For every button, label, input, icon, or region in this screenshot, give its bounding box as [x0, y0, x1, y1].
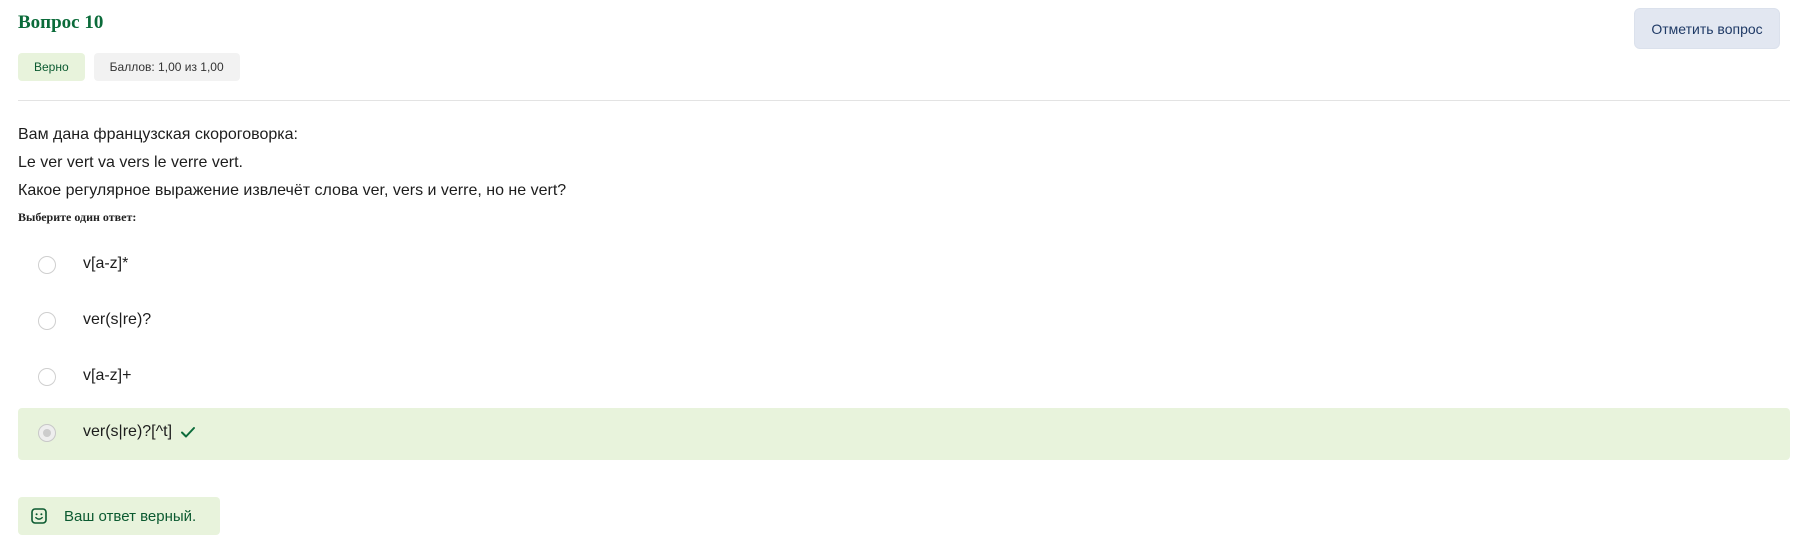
answer-option-2[interactable]: ver(s|re)?: [18, 296, 1790, 348]
answer-label: v[a-z]*: [83, 255, 128, 273]
answer-prompt: Выберите один ответ:: [18, 210, 137, 224]
question-text-line: Какое регулярное выражение извлечёт слов…: [18, 182, 567, 199]
state-badge: Верно: [18, 53, 85, 81]
answer-label: ver(s|re)?[^t]: [83, 423, 196, 441]
radio-button[interactable]: [38, 256, 56, 274]
answer-option-1[interactable]: v[a-z]*: [18, 240, 1790, 292]
question-text-line: Le ver vert va vers le verre vert.: [18, 154, 243, 171]
flag-question-label: Отметить вопрос: [1651, 20, 1763, 37]
question-card: Вопрос 10 Отметить вопрос Верно Баллов: …: [18, 0, 1790, 554]
flag-question-button[interactable]: Отметить вопрос: [1634, 8, 1780, 49]
question-title: Вопрос 10: [18, 12, 104, 33]
grade-badge: Баллов: 1,00 из 1,00: [93, 53, 240, 81]
feedback-banner: Ваш ответ верный.: [18, 497, 221, 535]
question-text: Вам дана французская скороговорка: Le ve…: [18, 121, 566, 205]
check-icon: [181, 427, 196, 438]
answer-label: ver(s|re)?: [83, 311, 151, 329]
answer-text: v[a-z]+: [83, 367, 132, 384]
question-text-line: Вам дана французская скороговорка:: [18, 126, 298, 143]
answer-text: v[a-z]*: [83, 255, 129, 272]
answer-label: v[a-z]+: [83, 367, 131, 385]
answer-text: ver(s|re)?[^t]: [83, 423, 173, 440]
feedback-text: Ваш ответ верный.: [64, 507, 197, 525]
answer-list: v[a-z]* ver(s|re)? v[a-z]+ ver(s|re)?[^t…: [18, 240, 1790, 464]
radio-button[interactable]: [38, 424, 56, 442]
answer-text: ver(s|re)?: [83, 311, 152, 328]
radio-button[interactable]: [38, 312, 56, 330]
smile-icon: [31, 508, 47, 524]
divider: [18, 100, 1790, 101]
answer-option-4[interactable]: ver(s|re)?[^t]: [18, 408, 1790, 460]
question-badges: Верно Баллов: 1,00 из 1,00: [18, 53, 240, 81]
answer-option-3[interactable]: v[a-z]+: [18, 352, 1790, 404]
radio-button[interactable]: [38, 368, 56, 386]
